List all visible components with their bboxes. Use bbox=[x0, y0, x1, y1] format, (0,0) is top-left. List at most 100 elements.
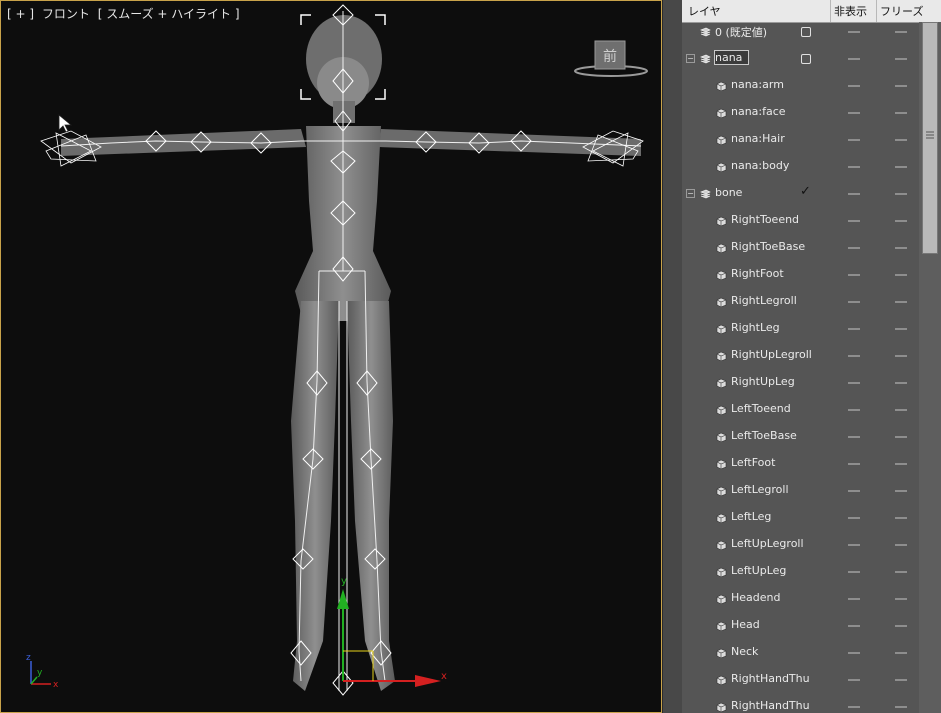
freeze-cell-icon[interactable] bbox=[895, 355, 907, 357]
object-cube-icon bbox=[716, 540, 727, 550]
freeze-cell-icon[interactable] bbox=[895, 544, 907, 546]
hide-cell-icon[interactable] bbox=[848, 220, 860, 222]
hide-cell-icon[interactable] bbox=[848, 328, 860, 330]
object-row[interactable]: Neck bbox=[682, 639, 919, 666]
freeze-cell-icon[interactable] bbox=[895, 490, 907, 492]
freeze-cell-icon[interactable] bbox=[895, 85, 907, 87]
layer-row-label: nana:face bbox=[731, 105, 786, 118]
freeze-cell-icon[interactable] bbox=[895, 463, 907, 465]
vertical-scrollbar[interactable] bbox=[919, 22, 941, 713]
hide-cell-icon[interactable] bbox=[848, 598, 860, 600]
hide-toggle-icon[interactable] bbox=[801, 54, 811, 64]
freeze-cell-icon[interactable] bbox=[895, 166, 907, 168]
freeze-cell-icon[interactable] bbox=[895, 706, 907, 708]
freeze-cell-icon[interactable] bbox=[895, 112, 907, 114]
hide-check-icon[interactable]: ✓ bbox=[800, 184, 811, 199]
freeze-cell-icon[interactable] bbox=[895, 625, 907, 627]
object-row[interactable]: LeftUpLeg bbox=[682, 558, 919, 585]
scroll-grip-icon bbox=[926, 131, 934, 139]
freeze-cell-icon[interactable] bbox=[895, 571, 907, 573]
hide-cell-icon[interactable] bbox=[848, 517, 860, 519]
object-cube-icon bbox=[716, 567, 727, 577]
layer-row[interactable]: − bone ✓ bbox=[682, 180, 919, 207]
object-row[interactable]: nana:face bbox=[682, 99, 919, 126]
object-row[interactable]: Headend bbox=[682, 585, 919, 612]
freeze-cell-icon[interactable] bbox=[895, 247, 907, 249]
object-row[interactable]: RightHandThu bbox=[682, 693, 919, 713]
object-cube-icon bbox=[716, 135, 727, 145]
hide-cell-icon[interactable] bbox=[848, 436, 860, 438]
hide-cell-icon[interactable] bbox=[848, 31, 860, 33]
freeze-cell-icon[interactable] bbox=[895, 139, 907, 141]
hide-cell-icon[interactable] bbox=[848, 463, 860, 465]
object-row[interactable]: RightLegroll bbox=[682, 288, 919, 315]
freeze-cell-icon[interactable] bbox=[895, 436, 907, 438]
hide-cell-icon[interactable] bbox=[848, 571, 860, 573]
object-row[interactable]: LeftLegroll bbox=[682, 477, 919, 504]
hide-cell-icon[interactable] bbox=[848, 112, 860, 114]
object-row[interactable]: LeftToeend bbox=[682, 396, 919, 423]
freeze-cell-icon[interactable] bbox=[895, 328, 907, 330]
hide-cell-icon[interactable] bbox=[848, 706, 860, 708]
freeze-cell-icon[interactable] bbox=[895, 652, 907, 654]
panel-splitter[interactable] bbox=[662, 0, 683, 713]
hide-cell-icon[interactable] bbox=[848, 490, 860, 492]
hide-cell-icon[interactable] bbox=[848, 166, 860, 168]
object-row[interactable]: RightHandThu bbox=[682, 666, 919, 693]
object-row[interactable]: nana:arm bbox=[682, 72, 919, 99]
hide-cell-icon[interactable] bbox=[848, 652, 860, 654]
freeze-cell-icon[interactable] bbox=[895, 679, 907, 681]
freeze-cell-icon[interactable] bbox=[895, 301, 907, 303]
freeze-cell-icon[interactable] bbox=[895, 58, 907, 60]
column-layer[interactable]: レイヤ bbox=[688, 3, 721, 19]
collapse-toggle-icon[interactable]: − bbox=[686, 189, 695, 198]
freeze-cell-icon[interactable] bbox=[895, 274, 907, 276]
hide-cell-icon[interactable] bbox=[848, 544, 860, 546]
hide-cell-icon[interactable] bbox=[848, 301, 860, 303]
layer-row-label: Head bbox=[731, 618, 760, 631]
object-row[interactable]: RightToeBase bbox=[682, 234, 919, 261]
freeze-cell-icon[interactable] bbox=[895, 517, 907, 519]
freeze-cell-icon[interactable] bbox=[895, 193, 907, 195]
object-row[interactable]: RightLeg bbox=[682, 315, 919, 342]
object-row[interactable]: nana:body bbox=[682, 153, 919, 180]
column-hide[interactable]: 非表示 bbox=[834, 3, 867, 19]
freeze-cell-icon[interactable] bbox=[895, 409, 907, 411]
object-row[interactable]: Head bbox=[682, 612, 919, 639]
collapse-toggle-icon[interactable]: − bbox=[686, 54, 695, 63]
viewcube[interactable]: 前 bbox=[573, 39, 649, 79]
object-row[interactable]: LeftFoot bbox=[682, 450, 919, 477]
hide-cell-icon[interactable] bbox=[848, 139, 860, 141]
column-freeze[interactable]: フリーズ bbox=[880, 3, 923, 19]
object-row[interactable]: LeftUpLegroll bbox=[682, 531, 919, 558]
hide-cell-icon[interactable] bbox=[848, 625, 860, 627]
object-row[interactable]: RightUpLeg bbox=[682, 369, 919, 396]
hide-cell-icon[interactable] bbox=[848, 193, 860, 195]
layer-row[interactable]: − nana bbox=[682, 45, 919, 72]
hide-cell-icon[interactable] bbox=[848, 355, 860, 357]
character-mesh[interactable]: y x z x y bbox=[1, 1, 662, 713]
hide-cell-icon[interactable] bbox=[848, 679, 860, 681]
object-row[interactable]: RightToeend bbox=[682, 207, 919, 234]
object-row[interactable]: RightFoot bbox=[682, 261, 919, 288]
hide-cell-icon[interactable] bbox=[848, 274, 860, 276]
hide-cell-icon[interactable] bbox=[848, 85, 860, 87]
freeze-cell-icon[interactable] bbox=[895, 220, 907, 222]
layer-row[interactable]: 0 (既定値) bbox=[682, 18, 919, 45]
hide-cell-icon[interactable] bbox=[848, 58, 860, 60]
object-row[interactable]: nana:Hair bbox=[682, 126, 919, 153]
object-cube-icon bbox=[716, 675, 727, 685]
gizmo-x-label: x bbox=[441, 671, 447, 682]
object-row[interactable]: LeftToeBase bbox=[682, 423, 919, 450]
viewport-front[interactable]: [ + ] フロント [ スムーズ + ハイライト ] y x z x y 前 bbox=[0, 0, 662, 713]
hide-toggle-icon[interactable] bbox=[801, 27, 811, 37]
object-row[interactable]: LeftLeg bbox=[682, 504, 919, 531]
freeze-cell-icon[interactable] bbox=[895, 598, 907, 600]
freeze-cell-icon[interactable] bbox=[895, 31, 907, 33]
hide-cell-icon[interactable] bbox=[848, 382, 860, 384]
scrollbar-thumb[interactable] bbox=[922, 22, 938, 254]
hide-cell-icon[interactable] bbox=[848, 409, 860, 411]
freeze-cell-icon[interactable] bbox=[895, 382, 907, 384]
hide-cell-icon[interactable] bbox=[848, 247, 860, 249]
object-row[interactable]: RightUpLegroll bbox=[682, 342, 919, 369]
